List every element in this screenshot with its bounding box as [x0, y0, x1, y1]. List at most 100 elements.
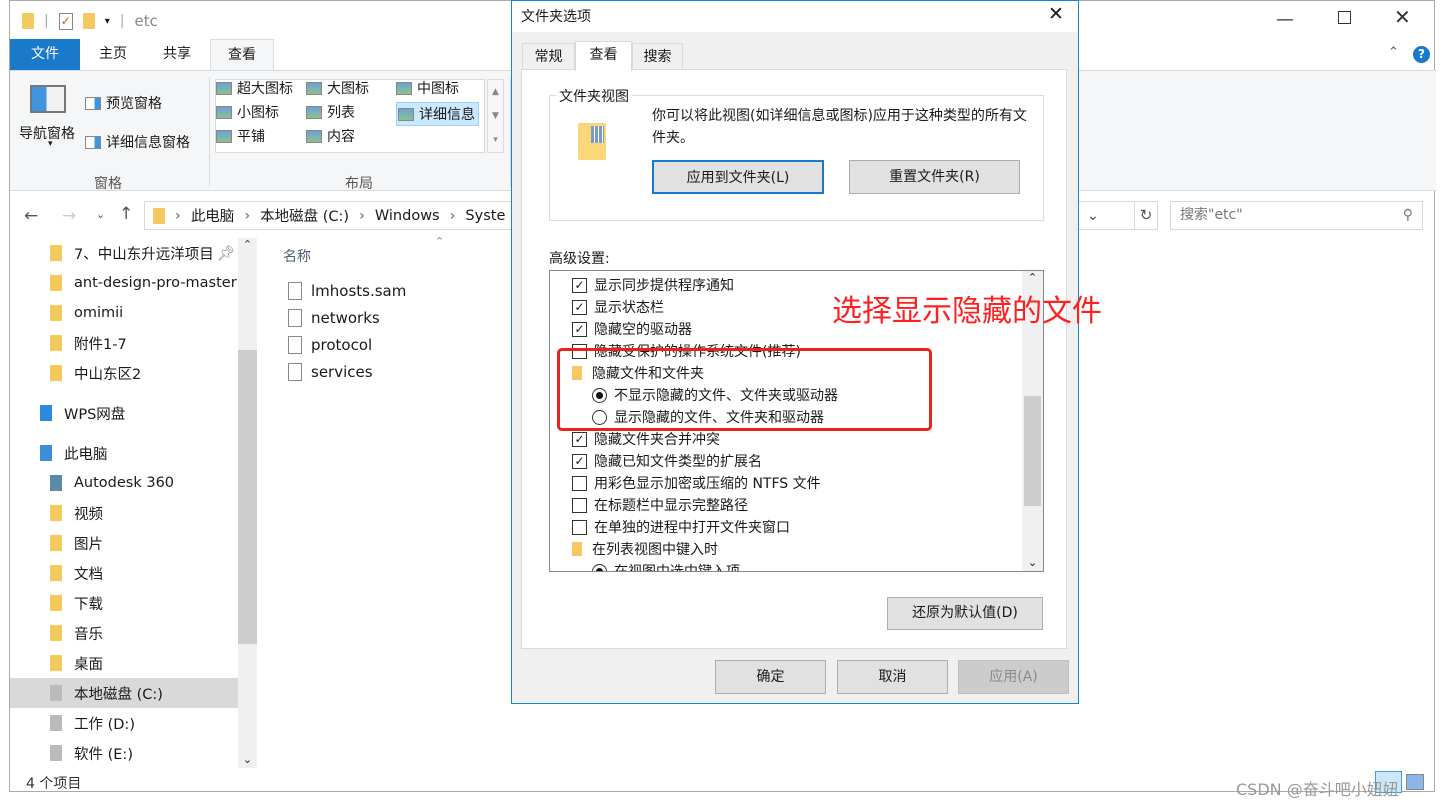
layout-option[interactable]: 小图标 — [216, 102, 279, 122]
breadcrumb-item[interactable]: Windows — [375, 208, 440, 224]
file-item[interactable]: services — [288, 363, 373, 381]
file-item[interactable]: networks — [288, 309, 380, 327]
nav-item[interactable]: 附件1-7 — [10, 328, 238, 358]
nav-item[interactable]: WPS网盘 — [10, 398, 238, 428]
nav-item[interactable]: 中山东区2 — [10, 358, 238, 388]
radio-button[interactable] — [592, 563, 607, 571]
nav-item[interactable]: 下载 — [10, 588, 238, 618]
nav-item[interactable]: 视频 — [10, 498, 238, 528]
collapse-ribbon-icon[interactable]: ⌃ — [1388, 45, 1399, 60]
advanced-radio-item[interactable]: 在视图中选中键入项 — [572, 560, 740, 571]
nav-item[interactable]: ant-design-pro-master — [10, 268, 238, 298]
nav-scrollbar-thumb[interactable] — [238, 350, 257, 644]
navigation-pane[interactable]: 7、中山东升远洋项目 📌︎ ant-design-pro-master omimii 附… — [10, 238, 238, 768]
apply-button[interactable]: 应用(A) — [958, 660, 1069, 694]
address-dropdown-icon[interactable]: ⌄ — [1087, 208, 1099, 224]
advanced-checkbox-item[interactable]: 在标题栏中显示完整路径 — [572, 494, 748, 516]
search-input[interactable]: 搜索"etc" ⚲ — [1170, 201, 1423, 230]
status-item-count: 4 个项目 — [26, 776, 82, 792]
advanced-checkbox-item[interactable]: ✓ 显示同步提供程序通知 — [572, 274, 734, 296]
restore-defaults-button[interactable]: 还原为默认值(D) — [887, 597, 1043, 630]
minimize-button[interactable]: — — [1276, 9, 1294, 30]
nav-item[interactable]: 软件 (E:) — [10, 738, 238, 768]
advanced-checkbox-item[interactable]: 在单独的进程中打开文件夹窗口 — [572, 516, 790, 538]
advanced-item-label: 在单独的进程中打开文件夹窗口 — [594, 520, 790, 536]
checkbox[interactable]: ✓ — [572, 453, 587, 469]
forward-button[interactable]: → — [62, 206, 76, 226]
tab-view[interactable]: 查看 — [575, 41, 632, 71]
checkbox[interactable]: ✓ — [572, 277, 587, 293]
checkbox[interactable] — [572, 519, 587, 535]
cancel-button[interactable]: 取消 — [837, 660, 948, 694]
back-button[interactable]: ← — [24, 206, 38, 226]
customize-dropdown-icon[interactable]: ▾ — [105, 16, 110, 27]
breadcrumb-item[interactable]: Syste — [465, 208, 505, 224]
tab-view[interactable]: 查看 — [210, 39, 274, 70]
checkbox[interactable]: ✓ — [572, 299, 587, 315]
layout-option[interactable]: 详细信息 — [396, 102, 479, 126]
advanced-checkbox-item[interactable]: 用彩色显示加密或压缩的 NTFS 文件 — [572, 472, 821, 494]
nav-item[interactable]: 本地磁盘 (C:) — [10, 678, 238, 708]
nav-scrollbar[interactable]: ⌃ ⌄ — [238, 238, 257, 768]
advanced-checkbox-item[interactable]: ✓ 隐藏空的驱动器 — [572, 318, 692, 340]
tab-file[interactable]: 文件 — [10, 39, 80, 70]
advanced-scrollbar-thumb[interactable] — [1024, 396, 1041, 506]
maximize-button[interactable] — [1338, 11, 1351, 24]
preview-pane-button[interactable]: 预览窗格 — [85, 93, 162, 113]
ok-button[interactable]: 确定 — [715, 660, 826, 694]
file-item[interactable]: protocol — [288, 336, 372, 354]
layout-option[interactable]: 超大图标 — [216, 78, 293, 98]
nav-item[interactable]: 工作 (D:) — [10, 708, 238, 738]
up-button[interactable]: ↑ — [119, 204, 133, 224]
refresh-button[interactable]: ↻ — [1134, 201, 1158, 230]
dialog-close-button[interactable]: ✕ — [1048, 3, 1064, 25]
reset-folders-button[interactable]: 重置文件夹(R) — [849, 160, 1020, 194]
large-icons-view-toggle[interactable] — [1406, 774, 1424, 790]
layout-option[interactable]: 平铺 — [216, 126, 265, 146]
layout-option-label: 大图标 — [327, 81, 369, 97]
breadcrumb-item[interactable]: 本地磁盘 (C:) — [260, 205, 349, 226]
nav-item[interactable]: 桌面 — [10, 648, 238, 678]
nav-item[interactable]: 音乐 — [10, 618, 238, 648]
checkbox[interactable] — [572, 497, 587, 513]
tab-search[interactable]: 搜索 — [632, 43, 683, 70]
advanced-checkbox-item[interactable]: ✓ 隐藏已知文件类型的扩展名 — [572, 450, 762, 472]
nav-item-label: 文档 — [74, 566, 103, 583]
file-item[interactable]: lmhosts.sam — [288, 282, 406, 300]
nav-item[interactable]: 文档 — [10, 558, 238, 588]
search-icon[interactable]: ⚲ — [1403, 202, 1413, 229]
nav-item[interactable]: 图片 — [10, 528, 238, 558]
dialog-titlebar — [512, 1, 1078, 32]
apply-to-folders-button[interactable]: 应用到文件夹(L) — [652, 160, 824, 194]
tab-share[interactable]: 共享 — [146, 39, 208, 70]
recent-locations-button[interactable]: ⌄ — [96, 208, 105, 221]
navigation-pane-button[interactable]: 导航窗格 — [19, 123, 75, 143]
layout-option[interactable]: 中图标 — [396, 78, 459, 98]
nav-item[interactable]: 7、中山东升远洋项目 📌︎ — [10, 238, 238, 268]
breadcrumb-item[interactable]: 此电脑 — [191, 205, 235, 226]
advanced-checkbox-item[interactable]: ✓ 隐藏文件夹合并冲突 — [572, 428, 720, 450]
tab-home[interactable]: 主页 — [82, 39, 144, 70]
tab-general[interactable]: 常规 — [522, 43, 575, 70]
file-name: services — [311, 363, 373, 381]
details-pane-button[interactable]: 详细信息窗格 — [85, 132, 190, 152]
layout-option[interactable]: 大图标 — [306, 78, 369, 98]
properties-icon[interactable]: ✓ — [58, 12, 73, 30]
nav-item[interactable]: Autodesk 360 — [10, 468, 238, 498]
layout-option[interactable]: 列表 — [306, 102, 355, 122]
layout-option-icon — [306, 129, 322, 143]
nav-item[interactable]: omimii — [10, 298, 238, 328]
column-header-name[interactable]: 名称 — [283, 246, 311, 266]
checkbox[interactable] — [572, 475, 587, 491]
checkbox[interactable]: ✓ — [572, 321, 587, 337]
new-folder-icon[interactable] — [82, 13, 95, 29]
close-button[interactable]: ✕ — [1394, 5, 1411, 29]
pin-icon[interactable]: 📌︎ — [217, 245, 235, 262]
watermark: CSDN @奋斗吧小妞妞 — [1236, 780, 1399, 799]
nav-item[interactable]: 此电脑 — [10, 438, 238, 468]
checkbox[interactable]: ✓ — [572, 431, 587, 447]
gallery-scroll[interactable]: ▲ ▼ ▾ — [487, 79, 504, 153]
advanced-checkbox-item[interactable]: ✓ 显示状态栏 — [572, 296, 664, 318]
help-icon[interactable]: ? — [1413, 46, 1430, 63]
layout-option[interactable]: 内容 — [306, 126, 355, 146]
